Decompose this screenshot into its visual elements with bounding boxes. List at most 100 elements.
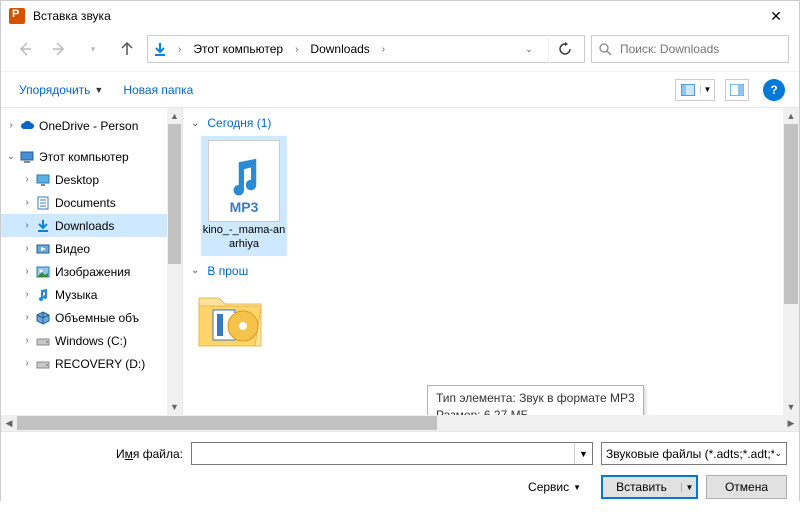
tree-item--[interactable]: ⌄ Этот компьютер	[1, 145, 182, 168]
scroll-up-icon[interactable]: ▲	[783, 108, 799, 124]
group-header-today[interactable]: ⌄ Сегодня (1)	[191, 116, 791, 130]
filetype-select[interactable]: Звуковые файлы (*.adts;*.adt;*. ⌄	[601, 442, 787, 465]
chevron-right-icon[interactable]: ›	[19, 358, 35, 369]
tree-item--[interactable]: › Видео	[1, 237, 182, 260]
preview-pane-button[interactable]	[725, 79, 749, 101]
group-header-label: Сегодня (1)	[207, 116, 271, 130]
tree-item-onedrive-person[interactable]: ›OneDrive - Person	[1, 114, 182, 137]
horizontal-scrollbar[interactable]: ◀ ▶	[1, 415, 799, 431]
chevron-right-icon[interactable]: ›	[378, 44, 389, 55]
tree-item--[interactable]: ›Объемные объ	[1, 306, 182, 329]
tooltip-type: Тип элемента: Звук в формате MP3	[436, 390, 635, 407]
desktop-icon	[35, 172, 51, 188]
tree-item-desktop[interactable]: › Desktop	[1, 168, 182, 191]
powerpoint-icon	[9, 8, 25, 24]
chevron-right-icon[interactable]: ›	[19, 289, 35, 300]
scroll-down-icon[interactable]: ▼	[167, 399, 182, 415]
filename-input[interactable]	[192, 443, 574, 464]
chevron-down-icon[interactable]: ⌄	[3, 151, 19, 162]
chevron-right-icon[interactable]: ›	[19, 197, 35, 208]
arrow-right-icon	[51, 41, 67, 57]
file-tooltip: Тип элемента: Звук в формате MP3 Размер:…	[427, 385, 644, 415]
tree-item-label: Изображения	[55, 265, 130, 279]
window-title: Вставка звука	[33, 9, 753, 23]
tree-item-downloads[interactable]: › Downloads	[1, 214, 182, 237]
forward-button[interactable]	[45, 35, 73, 63]
search-icon	[598, 42, 612, 56]
scroll-thumb[interactable]	[17, 416, 437, 430]
tooltip-size: Размер: 6,27 МБ	[436, 407, 635, 415]
tree-item--[interactable]: ›Музыка	[1, 283, 182, 306]
chevron-down-icon[interactable]: ▼	[700, 85, 714, 94]
cube-icon	[35, 310, 51, 326]
tree-item-label: Documents	[55, 196, 116, 210]
chevron-right-icon[interactable]: ›	[3, 120, 19, 131]
group-header-prev[interactable]: ⌄ В прош	[191, 264, 791, 278]
breadcrumb-item[interactable]: Downloads	[308, 42, 371, 56]
chevron-right-icon[interactable]: ›	[174, 44, 185, 55]
tree-item-windows-c-[interactable]: › Windows (C:)	[1, 329, 182, 352]
tree-item-label: Этот компьютер	[39, 150, 129, 164]
scroll-right-icon[interactable]: ▶	[783, 418, 799, 429]
insert-label: Вставить	[602, 480, 681, 494]
address-dropdown[interactable]: ⌄	[520, 35, 538, 63]
scroll-down-icon[interactable]: ▼	[783, 399, 799, 415]
chevron-right-icon[interactable]: ›	[291, 44, 302, 55]
file-list[interactable]: ⌄ Сегодня (1) MP3 kino_-_mama-anarhiya ⌄…	[183, 108, 799, 415]
organize-label: Упорядочить	[19, 83, 90, 97]
navigation-tree: ›OneDrive - Person ⌄ Этот компьютер › Deskto…	[1, 108, 183, 415]
up-button[interactable]	[113, 35, 141, 63]
tree-item-label: Windows (C:)	[55, 334, 127, 348]
chevron-right-icon[interactable]: ›	[19, 243, 35, 254]
search-input[interactable]	[618, 41, 782, 57]
filetype-label: Звуковые файлы (*.adts;*.adt;*.	[606, 447, 774, 461]
back-button[interactable]	[11, 35, 39, 63]
tree-item-label: Desktop	[55, 173, 99, 187]
address-bar[interactable]: › Этот компьютер › Downloads › ⌄	[147, 35, 585, 63]
organize-menu[interactable]: Упорядочить ▼	[15, 81, 107, 99]
tools-menu[interactable]: Сервис ▼	[528, 480, 581, 494]
folder-item[interactable]	[195, 284, 267, 354]
chevron-down-icon[interactable]: ▼	[681, 483, 697, 492]
tree-item--[interactable]: › Изображения	[1, 260, 182, 283]
close-button[interactable]: ✕	[753, 1, 799, 31]
vertical-scrollbar[interactable]: ▲ ▼	[783, 108, 799, 415]
tree-item-label: Downloads	[55, 219, 114, 233]
chevron-right-icon[interactable]: ›	[19, 266, 35, 277]
pc-icon	[19, 149, 35, 165]
chevron-right-icon[interactable]: ›	[19, 312, 35, 323]
insert-button[interactable]: Вставить ▼	[601, 475, 698, 499]
chevron-right-icon[interactable]: ›	[19, 220, 35, 231]
down-icon	[35, 218, 51, 234]
recent-dropdown[interactable]: ▾	[79, 35, 107, 63]
music-note-icon	[226, 157, 262, 199]
scroll-up-icon[interactable]: ▲	[167, 108, 182, 124]
scroll-thumb[interactable]	[168, 124, 181, 264]
drive-icon	[35, 333, 51, 349]
chevron-right-icon[interactable]: ›	[19, 174, 35, 185]
filename-combobox[interactable]: ▼	[191, 442, 593, 465]
refresh-button[interactable]	[548, 35, 580, 63]
chevron-right-icon[interactable]: ›	[19, 335, 35, 346]
file-item[interactable]: MP3 kino_-_mama-anarhiya	[201, 136, 287, 256]
tree-item-label: Видео	[55, 242, 90, 256]
chevron-down-icon: ⌄	[191, 265, 199, 276]
view-mode-button[interactable]: ▼	[675, 79, 715, 101]
music-icon	[35, 287, 51, 303]
scroll-thumb[interactable]	[784, 124, 798, 304]
filename-label: Имя файла:	[13, 447, 183, 461]
help-button[interactable]: ?	[763, 79, 785, 101]
chevron-down-icon[interactable]: ▼	[574, 443, 592, 464]
close-icon: ✕	[770, 8, 782, 25]
tree-scrollbar[interactable]: ▲▼	[167, 108, 182, 415]
new-folder-button[interactable]: Новая папка	[117, 81, 199, 99]
cancel-button[interactable]: Отмена	[706, 475, 787, 499]
chevron-down-icon: ⌄	[191, 118, 199, 129]
command-bar: Упорядочить ▼ Новая папка ▼ ?	[1, 71, 799, 108]
scroll-left-icon[interactable]: ◀	[1, 418, 17, 429]
search-box[interactable]	[591, 35, 789, 63]
file-thumbnail: MP3	[208, 140, 280, 222]
tree-item-documents[interactable]: › Documents	[1, 191, 182, 214]
breadcrumb-item[interactable]: Этот компьютер	[191, 42, 285, 56]
tree-item-recovery-d-[interactable]: ›RECOVERY (D:)	[1, 352, 182, 375]
